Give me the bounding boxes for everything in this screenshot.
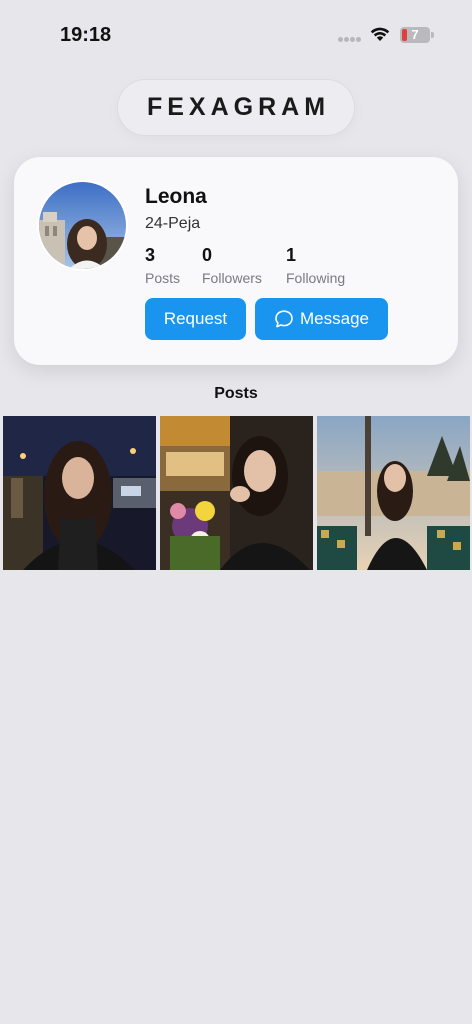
app-logo: FEXAGRAM (118, 80, 354, 135)
wifi-icon (370, 26, 390, 47)
battery-icon: 7 (400, 27, 430, 43)
stat-followers-value: 0 (202, 245, 213, 265)
chat-bubble-icon (275, 310, 293, 328)
stat-posts-value: 3 (145, 245, 156, 265)
battery-level: 7 (411, 27, 419, 42)
stat-following-value: 1 (286, 245, 297, 265)
profile-subtitle: 24-Peja (145, 215, 201, 232)
stat-followers-label: Followers (202, 270, 262, 286)
status-bar: 19:18 7 (0, 0, 472, 70)
stat-posts[interactable]: 3 Posts (145, 245, 180, 286)
status-time: 19:18 (60, 24, 112, 46)
message-button[interactable]: Message (255, 298, 388, 340)
posts-heading: Posts (214, 385, 258, 402)
posts-grid (3, 416, 470, 570)
battery-cap (431, 32, 434, 38)
stat-following[interactable]: 1 Following (286, 245, 345, 286)
request-button-label: Request (163, 309, 228, 328)
post-window-seaside[interactable] (317, 416, 470, 570)
profile-name: Leona (145, 185, 207, 208)
stat-followers[interactable]: 0 Followers (202, 245, 262, 286)
request-button[interactable]: Request (145, 298, 246, 340)
message-button-label: Message (300, 309, 369, 328)
profile-card: Leona 24-Peja 3 Posts 0 Followers 1 Foll… (14, 157, 458, 365)
avatar[interactable] (39, 182, 126, 269)
cellular-dots-icon (338, 37, 362, 43)
post-flowers-cafe[interactable] (160, 416, 313, 570)
stat-following-label: Following (286, 270, 346, 286)
stat-posts-label: Posts (145, 270, 181, 286)
post-night-street[interactable] (3, 416, 156, 570)
app-logo-text: FEXAGRAM (146, 93, 331, 121)
